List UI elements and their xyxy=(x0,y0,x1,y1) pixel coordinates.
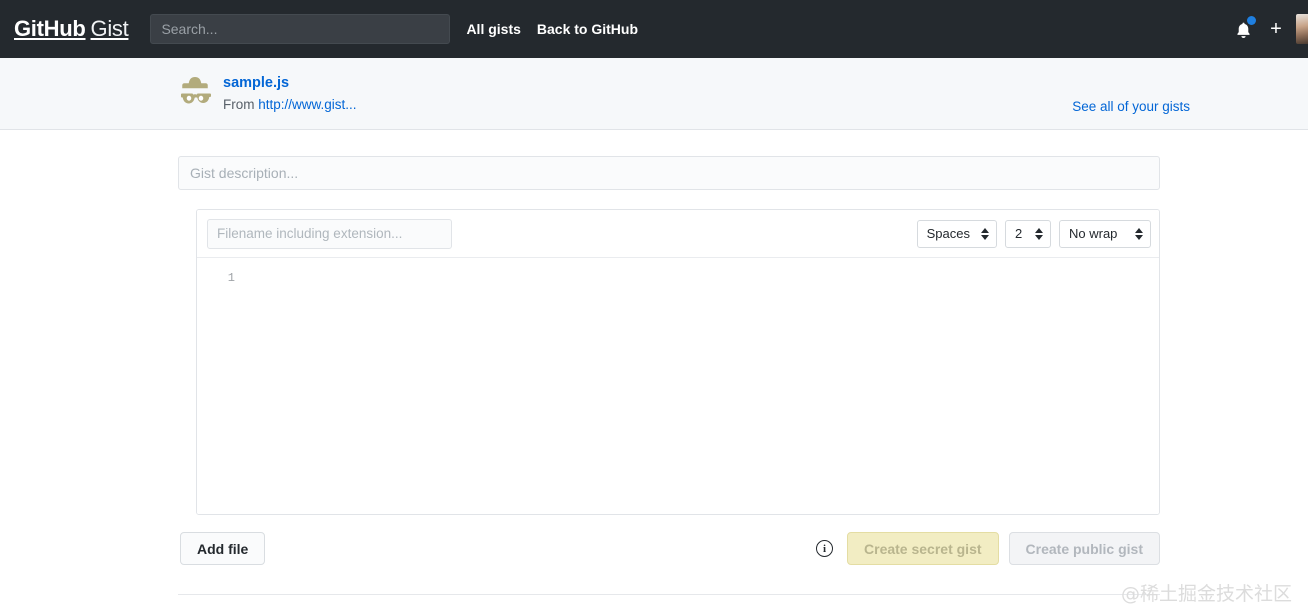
filename-input[interactable] xyxy=(207,219,452,249)
gist-identity: sample.js From http://www.gist... xyxy=(178,73,357,115)
editor-options: Spaces 2 No wrap xyxy=(917,220,1151,248)
add-file-button[interactable]: Add file xyxy=(180,532,265,565)
spy-avatar-icon xyxy=(178,75,212,109)
brand-github: GitHub xyxy=(14,16,86,42)
line-wrap-value: No wrap xyxy=(1069,226,1117,241)
indent-width-value: 2 xyxy=(1015,226,1022,241)
code-editor-area[interactable]: 1 xyxy=(197,258,1159,514)
top-navigation-bar: GitHub Gist All gists Back to GitHub + xyxy=(0,0,1308,58)
top-bar-actions: + xyxy=(1228,0,1308,58)
create-public-gist-button[interactable]: Create public gist xyxy=(1009,532,1160,565)
code-input[interactable] xyxy=(245,270,1155,510)
line-wrap-select[interactable]: No wrap xyxy=(1059,220,1151,248)
user-avatar[interactable] xyxy=(1296,14,1308,44)
create-actions: i Create secret gist Create public gist xyxy=(816,532,1160,565)
gist-description-input[interactable] xyxy=(178,156,1160,190)
gist-subheader: sample.js From http://www.gist... See al… xyxy=(0,58,1308,130)
nav-all-gists[interactable]: All gists xyxy=(466,21,520,37)
nav-back-to-github[interactable]: Back to GitHub xyxy=(537,21,638,37)
gist-source-url[interactable]: http://www.gist... xyxy=(258,97,356,112)
create-new-button[interactable]: + xyxy=(1264,19,1288,39)
notifications-button[interactable] xyxy=(1228,14,1258,44)
search-input[interactable] xyxy=(150,14,450,44)
hat-icon xyxy=(182,77,208,89)
chevron-updown-icon xyxy=(1135,228,1143,240)
chevron-updown-icon xyxy=(981,228,989,240)
form-actions: Add file i Create secret gist Create pub… xyxy=(178,532,1160,565)
top-nav-links: All gists Back to GitHub xyxy=(466,21,638,37)
gist-source-prefix: From xyxy=(223,97,258,112)
gist-title-link[interactable]: sample.js xyxy=(223,74,357,94)
chevron-updown-icon xyxy=(1035,228,1043,240)
footer-divider xyxy=(178,594,1160,595)
indent-mode-value: Spaces xyxy=(927,226,970,241)
see-all-gists-link[interactable]: See all of your gists xyxy=(1072,99,1190,114)
watermark: @稀土掘金技术社区 xyxy=(1121,579,1292,606)
gist-source: From http://www.gist... xyxy=(223,96,357,114)
notification-indicator-dot xyxy=(1247,16,1256,25)
info-icon[interactable]: i xyxy=(816,540,833,557)
create-secret-gist-button[interactable]: Create secret gist xyxy=(847,532,999,565)
indent-width-select[interactable]: 2 xyxy=(1005,220,1051,248)
gist-file-editor: Spaces 2 No wrap xyxy=(196,209,1160,515)
line-number: 1 xyxy=(219,271,235,285)
indent-mode-select[interactable]: Spaces xyxy=(917,220,997,248)
github-gist-logo[interactable]: GitHub Gist xyxy=(14,16,128,42)
sunglasses-icon xyxy=(179,92,211,106)
brand-gist: Gist xyxy=(91,16,129,42)
new-gist-form: Spaces 2 No wrap xyxy=(0,130,1308,565)
file-editor-header: Spaces 2 No wrap xyxy=(197,210,1159,258)
